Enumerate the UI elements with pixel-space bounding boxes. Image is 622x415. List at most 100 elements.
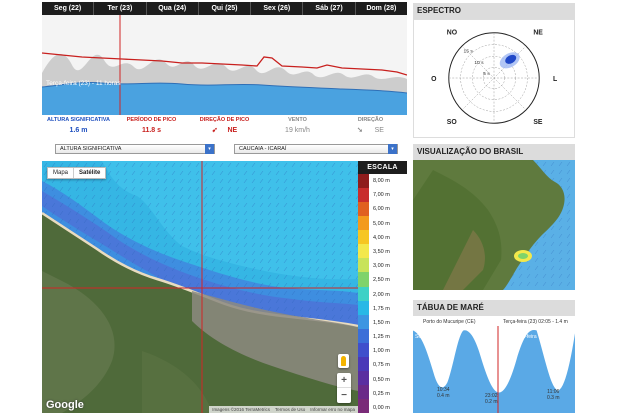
tide-port-label: Porto do Mucuripe (CE) — [423, 319, 476, 325]
map-type-control: Mapa Satélite — [47, 167, 107, 179]
metric-value: 19 km/h — [285, 127, 310, 134]
metric-label: ALTURA SIGNIFICATIVA — [46, 117, 111, 123]
day-tab[interactable]: Qua (24) — [147, 2, 199, 15]
dir-label-no: NO — [447, 30, 458, 37]
scale-tick-label: 1,00 m — [373, 348, 390, 355]
scale-swatch — [358, 230, 369, 245]
scale-tick-label: 3,50 m — [373, 248, 390, 255]
spectrum-polar-plot: NO NE O L SO SE 15 s 10 s 5 s — [413, 19, 575, 138]
dir-label-ne: NE — [533, 30, 543, 37]
metric-wind: VENTO 19 km/h — [261, 116, 334, 138]
scale-tick-label: 4,00 m — [373, 234, 390, 241]
variable-select-value: ALTURA SIGNIFICATIVA — [60, 146, 122, 152]
scale-tick-label: 7,00 m — [373, 192, 390, 199]
map-type-satellite[interactable]: Satélite — [73, 168, 105, 178]
location-select[interactable]: CAUCAIA - ICARAÍ ▾ — [234, 144, 398, 154]
zoom-out-button[interactable]: − — [337, 388, 351, 403]
scale-swatch — [358, 314, 369, 329]
day-tab[interactable]: Sex (26) — [251, 2, 304, 15]
scale-swatch — [358, 188, 369, 203]
day-tab[interactable]: Ter (23) — [94, 2, 147, 15]
metrics-row: ALTURA SIGNIFICATIVA 1.6 m PERÍODO DE PI… — [42, 116, 407, 138]
dir-label-se: SE — [533, 119, 543, 126]
map-type-map[interactable]: Mapa — [48, 168, 73, 178]
ring-label-10s: 10 s — [474, 60, 484, 66]
google-logo: Google — [46, 399, 84, 411]
map-attribution: Imagens ©2016 TerraMetrics Termos de Uso… — [209, 406, 358, 413]
zoom-in-button[interactable]: + — [337, 373, 351, 388]
scale-swatch — [358, 286, 369, 301]
scale-tick-label: 3,00 m — [373, 263, 390, 270]
tide-chart: Porto do Mucuripe (CE) Terça-feira (23) … — [413, 316, 575, 413]
current-time-label: Terça-feira (23) - 11 horas — [46, 80, 121, 87]
metric-wave-height: ALTURA SIGNIFICATIVA 1.6 m — [42, 116, 115, 138]
scale-swatch — [358, 202, 369, 217]
color-scale: 8,00 m 7,00 m 6,00 m 5,00 m 4,00 m 3,50 m 3,00… — [358, 174, 407, 414]
scale-tick-label: 5,00 m — [373, 220, 390, 227]
brazil-title: VISUALIZAÇÃO DO BRASIL — [413, 144, 575, 160]
scale-swatch — [358, 384, 369, 399]
scale-swatch — [358, 174, 369, 189]
scale-tick-label: 1,75 m — [373, 305, 390, 312]
scale-tick-label: 2,50 m — [373, 277, 390, 284]
dir-label-l: L — [553, 76, 557, 83]
metric-wind-direction: DIREÇÃO ➘ SE — [334, 116, 407, 138]
day-tab[interactable]: Sáb (27) — [303, 2, 356, 15]
day-tab[interactable]: Qui (25) — [199, 2, 252, 15]
report-error-link[interactable]: Informar erro no mapa — [310, 407, 355, 412]
scale-tick-label: 2,00 m — [373, 291, 390, 298]
day-selector: Seg (22) Ter (23) Qua (24) Qui (25) Sex … — [42, 2, 407, 15]
color-scale-bar — [358, 174, 369, 414]
attribution-imagery: Imagens ©2016 TerraMetrics — [212, 407, 270, 412]
color-scale-ticks: 8,00 m 7,00 m 6,00 m 5,00 m 4,00 m 3,50 m 3,00… — [373, 174, 407, 413]
map-canvas — [42, 161, 358, 413]
wave-map[interactable]: Mapa Satélite + − Google Imagens ©2016 T… — [42, 161, 358, 413]
zoom-control: + − — [337, 373, 351, 403]
scale-tick-label: 6,00 m — [373, 206, 390, 213]
scale-title: ESCALA — [358, 161, 407, 174]
spectrum-title: ESPECTRO — [413, 3, 575, 19]
tide-day-left: Segunda-feira — [415, 334, 447, 340]
metric-label: PERÍODO DE PICO — [126, 117, 177, 123]
scale-swatch — [358, 399, 369, 414]
scale-tick-label: 1,50 m — [373, 319, 390, 326]
ring-label-15s: 15 s — [464, 48, 474, 54]
metric-label: DIREÇÃO — [357, 117, 384, 123]
tide-day-right: Terça-feira — [513, 334, 537, 340]
scale-tick-label: 0,50 m — [373, 376, 390, 383]
scale-swatch — [358, 300, 369, 315]
location-select-value: CAUCAIA - ICARAÍ — [239, 146, 287, 152]
metric-value: 11.8 s — [141, 127, 162, 134]
dir-label-o: O — [431, 76, 437, 83]
forecast-chart[interactable] — [42, 15, 407, 115]
terms-link[interactable]: Termos de Uso — [275, 407, 305, 412]
ring-label-5s: 5 s — [483, 71, 490, 77]
day-tab[interactable]: Seg (22) — [42, 2, 95, 15]
scale-swatch — [358, 216, 369, 231]
tide-low-1: 10:34 0.4 m — [437, 387, 450, 399]
brazil-overview-map[interactable] — [413, 160, 575, 290]
scale-swatch — [358, 244, 369, 259]
tide-low-height: 0.2 m — [485, 398, 498, 405]
scale-tick-label: 1,25 m — [373, 334, 390, 341]
tide-low-height: 0.3 m — [547, 394, 560, 401]
scale-tick-label: 8,00 m — [373, 178, 390, 184]
street-view-pegman-icon[interactable] — [338, 354, 349, 368]
variable-select[interactable]: ALTURA SIGNIFICATIVA ▾ — [55, 144, 215, 154]
scale-swatch — [358, 272, 369, 287]
scale-swatch — [358, 328, 369, 343]
metric-peak-period: PERÍODO DE PICO 11.8 s — [115, 116, 188, 138]
metric-label: DIREÇÃO DE PICO — [199, 117, 250, 123]
direction-arrow-icon: ➹ — [211, 127, 218, 134]
day-tab[interactable]: Dom (28) — [356, 2, 407, 15]
tide-low-2: 23:02 0.2 m — [485, 393, 498, 405]
scale-swatch — [358, 258, 369, 273]
scale-tick-label: 0,25 m — [373, 390, 390, 397]
scale-swatch — [358, 342, 369, 357]
chevron-down-icon: ▾ — [205, 144, 214, 154]
metric-peak-direction: DIREÇÃO DE PICO ➹ NE — [188, 116, 261, 138]
metric-value: SE — [374, 127, 384, 134]
tide-low-3: 11:06 0.3 m — [547, 389, 560, 401]
dir-label-so: SO — [447, 119, 458, 126]
wind-arrow-icon: ➘ — [357, 127, 363, 134]
